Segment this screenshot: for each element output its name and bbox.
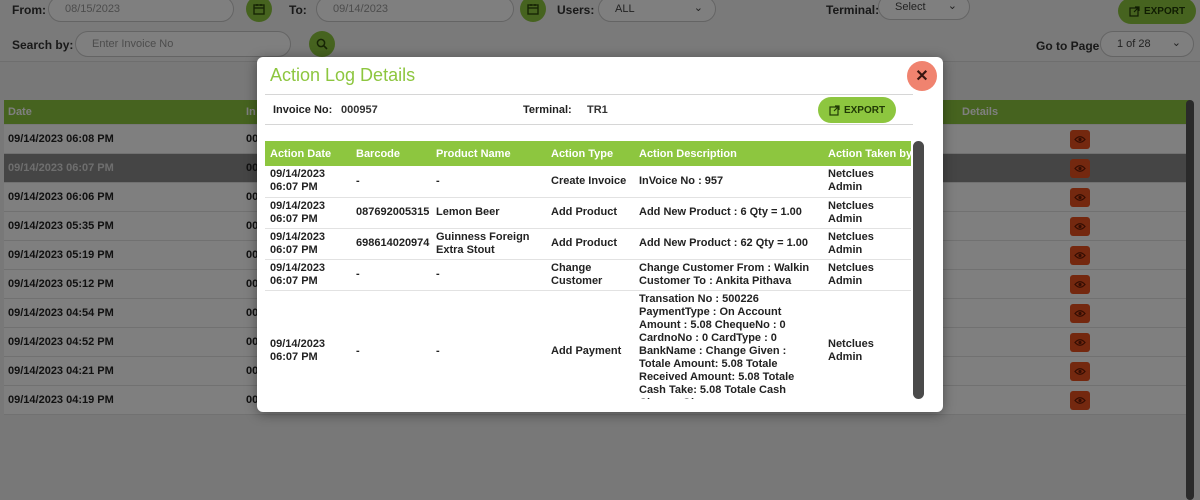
invoice-no-value: 000957 [341, 104, 378, 116]
log-row: 09/14/2023 06:07 PM 698614020974 Guinness … [265, 228, 911, 260]
column-header-action-description: Action Description [634, 141, 823, 166]
cell-product-name: - [431, 290, 546, 399]
cell-action-description: Transation No : 500226 PaymentType : On … [634, 290, 823, 399]
cell-action-description: InVoice No : 957 [634, 166, 823, 198]
cell-action-description: Add New Product : 6 Qty = 1.00 [634, 197, 823, 229]
log-row: 09/14/2023 06:07 PM - - Change Customer Chan… [265, 259, 911, 291]
cell-action-taken-by: Netclues Admin [823, 259, 911, 291]
cell-barcode: - [351, 259, 431, 291]
column-header-action-date: Action Date [265, 141, 351, 166]
cell-action-date: 09/14/2023 06:07 PM [265, 290, 351, 399]
cell-product-name: Guinness Foreign Extra Stout [431, 228, 546, 260]
action-log-modal: Action Log Details ✕ Invoice No: 000957 … [257, 57, 943, 412]
column-header-barcode: Barcode [351, 141, 431, 166]
modal-scrollbar[interactable] [913, 141, 924, 399]
cell-product-name: - [431, 166, 546, 198]
log-row: 09/14/2023 06:07 PM - - Create Invoice InVoi… [265, 166, 911, 198]
cell-action-description: Change Customer From : Walkin Customer T… [634, 259, 823, 291]
log-row: 09/14/2023 06:07 PM - - Add Payment Transati… [265, 290, 911, 399]
cell-action-taken-by: Netclues Admin [823, 166, 911, 198]
cell-action-type: Add Product [546, 197, 634, 229]
column-header-action-type: Action Type [546, 141, 634, 166]
cell-action-taken-by: Netclues Admin [823, 197, 911, 229]
cell-action-date: 09/14/2023 06:07 PM [265, 197, 351, 229]
cell-barcode: 087692005315 [351, 197, 431, 229]
cell-product-name: - [431, 259, 546, 291]
invoice-no-label: Invoice No: [273, 104, 333, 116]
modal-export-button[interactable]: EXPORT [818, 97, 896, 123]
cell-barcode: - [351, 166, 431, 198]
terminal-info-value: TR1 [587, 104, 608, 116]
cell-action-date: 09/14/2023 06:07 PM [265, 166, 351, 198]
modal-export-label: EXPORT [843, 104, 886, 116]
cell-action-type: Add Payment [546, 290, 634, 399]
log-table: Action Date Barcode Product Name Action … [265, 141, 911, 399]
close-icon: ✕ [915, 68, 929, 85]
column-header-product-name: Product Name [431, 141, 546, 166]
external-link-icon [829, 104, 840, 116]
cell-barcode: 698614020974 [351, 228, 431, 260]
cell-action-type: Add Product [546, 228, 634, 260]
log-table-container[interactable]: Action Date Barcode Product Name Action … [265, 141, 911, 399]
cell-action-type: Create Invoice [546, 166, 634, 198]
terminal-info-label: Terminal: [523, 104, 572, 116]
cell-action-type: Change Customer [546, 259, 634, 291]
cell-barcode: - [351, 290, 431, 399]
cell-action-taken-by: Netclues Admin [823, 228, 911, 260]
modal-title: Action Log Details [270, 65, 416, 85]
cell-action-date: 09/14/2023 06:07 PM [265, 228, 351, 260]
log-table-header: Action Date Barcode Product Name Action … [265, 141, 911, 166]
cell-action-description: Add New Product : 62 Qty = 1.00 [634, 228, 823, 260]
cell-product-name: Lemon Beer [431, 197, 546, 229]
cell-action-date: 09/14/2023 06:07 PM [265, 259, 351, 291]
invoice-info-bar: Invoice No: 000957 Terminal: TR1 EXPORT [265, 94, 913, 125]
column-header-action-taken-by: Action Taken by [823, 141, 911, 166]
close-button[interactable]: ✕ [907, 61, 937, 91]
log-row: 09/14/2023 06:07 PM 087692005315 Lemon Bee… [265, 197, 911, 229]
cell-action-taken-by: Netclues Admin [823, 290, 911, 399]
